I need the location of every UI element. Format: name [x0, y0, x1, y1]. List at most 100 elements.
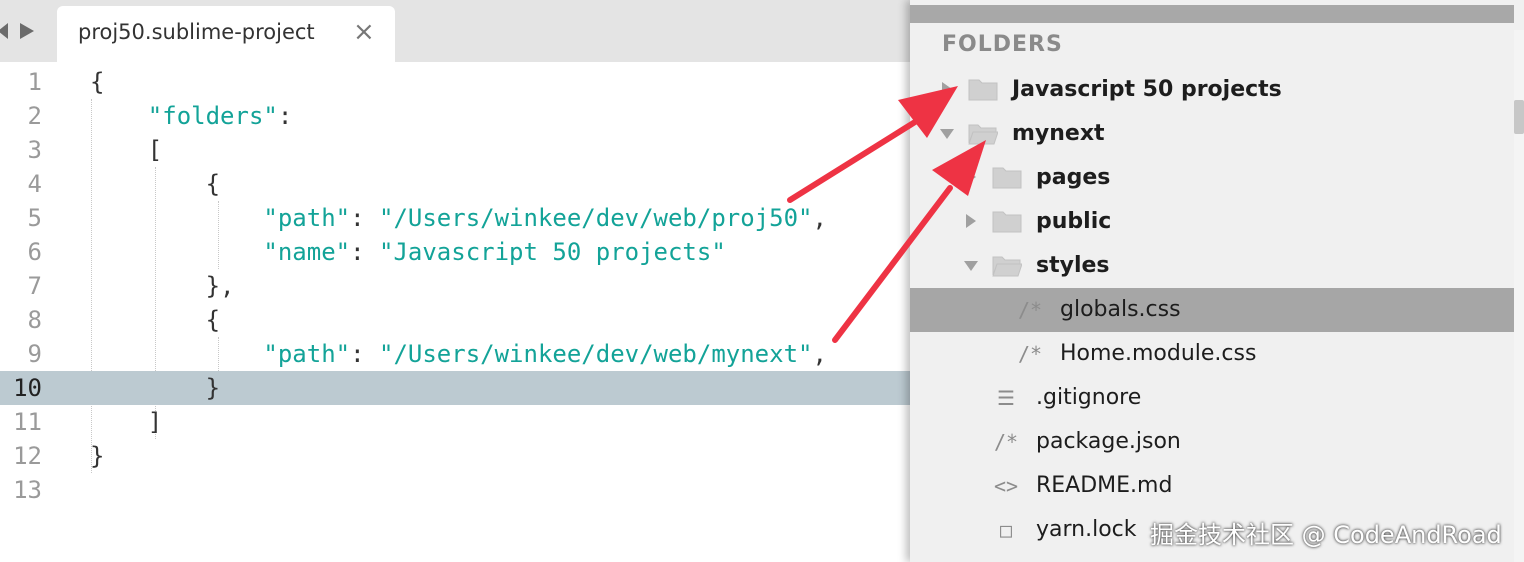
code-text: { — [90, 303, 220, 337]
punctuation-token: } — [90, 374, 221, 402]
tree-item-label: Javascript 50 projects — [1012, 77, 1282, 102]
code-brackets-icon: <> — [993, 474, 1019, 498]
code-text: ] — [90, 405, 162, 439]
punctuation-token: : — [350, 204, 379, 232]
line-number: 11 — [13, 408, 42, 436]
tree-item-javascript-50-projects[interactable]: Javascript 50 projects — [910, 68, 1514, 112]
folders-header: FOLDERS — [942, 32, 1063, 57]
code-line[interactable]: 13 — [0, 473, 910, 507]
code-area[interactable]: 1{2 "folders": 3 [4 {5 "path": "/Users/wi… — [0, 65, 910, 562]
disclosure-open-icon[interactable] — [964, 261, 978, 271]
tree-item-label: pages — [1036, 165, 1111, 190]
code-text: } — [90, 439, 104, 473]
sidebar-top-bar — [910, 5, 1514, 23]
code-line[interactable]: 1{ — [0, 65, 910, 99]
back-arrow-icon[interactable] — [0, 23, 8, 39]
code-text: } — [90, 371, 220, 405]
blank-file-icon: □ — [999, 518, 1013, 542]
folder-closed-icon — [992, 166, 1022, 189]
line-number: 4 — [27, 170, 42, 198]
code-text: "path": "/Users/winkee/dev/web/mynext", — [90, 337, 827, 371]
line-number: 6 — [27, 238, 42, 266]
punctuation-token: { — [90, 68, 105, 96]
watermark: 掘金技术社区 @ CodeAndRoad — [1150, 521, 1502, 549]
line-number: 13 — [13, 476, 42, 504]
code-text: }, — [90, 269, 235, 303]
line-number: 5 — [27, 204, 42, 232]
tree-item-package-json[interactable]: /* package.json — [910, 420, 1514, 464]
tree-item-pages[interactable]: pages — [910, 156, 1514, 200]
tab-nav-arrows — [0, 20, 40, 42]
string-token: "path" — [263, 204, 351, 232]
punctuation-token: { — [90, 306, 221, 334]
tree-item-home-module-css[interactable]: /* Home.module.css — [910, 332, 1514, 376]
tree-item-label: mynext — [1012, 121, 1105, 146]
code-text: "name": "Javascript 50 projects" — [90, 235, 726, 269]
tree-item-readme-md[interactable]: <> README.md — [910, 464, 1514, 508]
punctuation-token: }, — [90, 272, 235, 300]
code-line[interactable]: 2 "folders": — [0, 99, 910, 133]
comment-file-icon: /* — [1017, 298, 1043, 322]
folders-sidebar: FOLDERS Javascript 50 projects mynext page… — [910, 0, 1524, 562]
code-line[interactable]: 8 { — [0, 303, 910, 337]
string-token: "folders" — [147, 102, 278, 130]
code-line[interactable]: 9 "path": "/Users/winkee/dev/web/mynext"… — [0, 337, 910, 371]
scrollbar-thumb[interactable] — [1514, 100, 1524, 134]
code-text: { — [90, 167, 220, 201]
line-number: 3 — [27, 136, 42, 164]
line-number: 9 — [27, 340, 42, 368]
tree-item-mynext[interactable]: mynext — [910, 112, 1514, 156]
tree-item-label: styles — [1036, 253, 1110, 278]
text-lines-icon: ☰ — [997, 386, 1015, 410]
punctuation-token — [90, 204, 263, 232]
line-number: 8 — [27, 306, 42, 334]
code-line[interactable]: 7 }, — [0, 269, 910, 303]
code-line[interactable]: 12} — [0, 439, 910, 473]
code-line[interactable]: 3 [ — [0, 133, 910, 167]
folder-open-icon — [992, 254, 1023, 277]
string-token: "/Users/winkee/dev/web/mynext" — [379, 340, 813, 368]
tab-proj50-sublime-project[interactable]: proj50.sublime-project × — [57, 6, 395, 62]
punctuation-token: , — [812, 340, 827, 368]
code-line[interactable]: 10 } — [0, 371, 910, 405]
tree-item-gitignore[interactable]: ☰ .gitignore — [910, 376, 1514, 420]
code-text: [ — [90, 133, 162, 167]
punctuation-token: [ — [90, 136, 163, 164]
disclosure-closed-icon[interactable] — [966, 214, 976, 228]
punctuation-token: , — [812, 204, 827, 232]
disclosure-closed-icon[interactable] — [966, 170, 976, 184]
folder-closed-icon — [968, 78, 998, 101]
tree-item-label: yarn.lock — [1036, 517, 1137, 542]
disclosure-closed-icon[interactable] — [942, 82, 952, 96]
tab-title: proj50.sublime-project — [78, 20, 315, 44]
line-number: 2 — [27, 102, 42, 130]
tree-item-label: README.md — [1036, 473, 1173, 498]
line-number: 1 — [27, 68, 42, 96]
disclosure-open-icon[interactable] — [940, 129, 954, 139]
code-line[interactable]: 6 "name": "Javascript 50 projects" — [0, 235, 910, 269]
close-icon[interactable]: × — [353, 17, 375, 47]
string-token: "Javascript 50 projects" — [379, 238, 726, 266]
code-line[interactable]: 4 { — [0, 167, 910, 201]
punctuation-token: : — [350, 340, 379, 368]
code-editor[interactable]: proj50.sublime-project × 1{2 "folders": 3… — [0, 0, 910, 562]
forward-arrow-icon[interactable] — [20, 23, 34, 39]
folder-closed-icon — [992, 210, 1022, 233]
code-line[interactable]: 5 "path": "/Users/winkee/dev/web/proj50"… — [0, 201, 910, 235]
code-text: "folders": — [90, 99, 293, 133]
tree-item-globals-css[interactable]: /* globals.css — [910, 288, 1514, 332]
code-text: { — [90, 65, 104, 99]
tree-item-public[interactable]: public — [910, 200, 1514, 244]
punctuation-token: { — [90, 170, 221, 198]
folder-open-icon — [968, 122, 999, 145]
punctuation-token: } — [90, 442, 105, 470]
punctuation-token — [90, 238, 263, 266]
tree-item-label: package.json — [1036, 429, 1181, 454]
string-token: "name" — [263, 238, 351, 266]
tree-item-label: .gitignore — [1036, 385, 1142, 410]
tree-item-styles[interactable]: styles — [910, 244, 1514, 288]
sidebar-scrollbar[interactable] — [1514, 30, 1524, 562]
string-token: "path" — [263, 340, 351, 368]
code-text: "path": "/Users/winkee/dev/web/proj50", — [90, 201, 827, 235]
code-line[interactable]: 11 ] — [0, 405, 910, 439]
